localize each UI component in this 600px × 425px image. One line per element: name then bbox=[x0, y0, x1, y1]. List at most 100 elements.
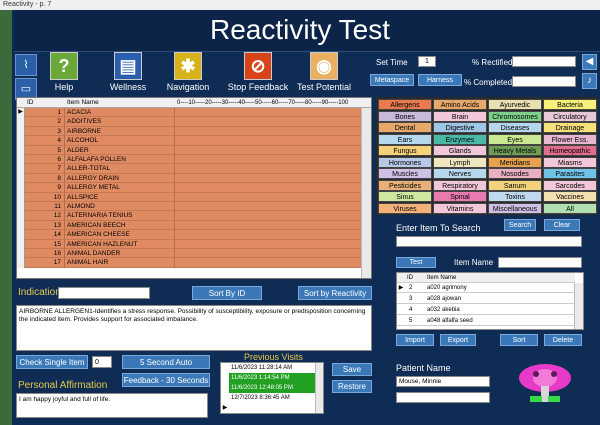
visit-row[interactable]: 11/6/2023 11:28:14 AM bbox=[229, 363, 315, 373]
harness-button[interactable]: Harness bbox=[418, 74, 462, 86]
category-button[interactable]: Miscellaneous bbox=[488, 202, 542, 214]
row-selector[interactable] bbox=[17, 136, 25, 146]
category-button[interactable]: Flower Ess. bbox=[543, 133, 597, 145]
category-button[interactable]: Muscles bbox=[378, 168, 432, 179]
row-selector[interactable] bbox=[17, 249, 25, 259]
grid-row[interactable]: 3 AIRBORNE bbox=[17, 126, 361, 137]
row-selector[interactable] bbox=[17, 211, 25, 221]
speaker-icon[interactable]: ◀ bbox=[582, 54, 597, 70]
visit-row[interactable]: 12/7/2023 8:36:45 AM bbox=[229, 393, 315, 403]
music-note-icon[interactable]: ♪ bbox=[582, 73, 597, 89]
clear-button[interactable]: Clear bbox=[544, 219, 580, 231]
grid-row[interactable]: 5 ALDER bbox=[17, 145, 361, 155]
category-button[interactable]: Ayurvedic bbox=[488, 99, 542, 110]
category-button[interactable]: Respiratory bbox=[433, 179, 487, 191]
category-button[interactable]: Bones bbox=[378, 110, 432, 122]
wellness-button[interactable]: ▤ Wellness bbox=[100, 52, 156, 96]
item-name-input[interactable] bbox=[498, 257, 582, 268]
five-second-auto-button[interactable]: 5 Second Auto bbox=[122, 355, 210, 369]
previous-visits-list[interactable]: 11/6/2023 11:28:14 AM 11/6/2023 1:14:54 P… bbox=[220, 362, 324, 414]
grid-row[interactable]: 8 ALLERGY DRAIN bbox=[17, 173, 361, 184]
category-button[interactable]: Bacteria bbox=[543, 99, 597, 110]
visit-row[interactable]: 11/6/2023 12:48:05 PM bbox=[229, 383, 315, 393]
search-result-row[interactable]: 4 a032 akebia bbox=[397, 305, 575, 315]
search-result-row[interactable]: 5 a048 alfalfa seed bbox=[397, 316, 575, 326]
grid-row[interactable]: 4 ALCOHOL bbox=[17, 136, 361, 146]
row-selector[interactable] bbox=[17, 192, 25, 202]
category-button[interactable]: Glands bbox=[433, 145, 487, 156]
category-button[interactable]: Spinal bbox=[433, 191, 487, 202]
patient-name[interactable]: Mouse, Minnie bbox=[396, 376, 490, 387]
category-button[interactable]: Sarcodes bbox=[543, 179, 597, 191]
category-button[interactable]: Parasites bbox=[543, 168, 597, 179]
grid-scrollbar[interactable] bbox=[361, 108, 371, 278]
row-selector[interactable] bbox=[17, 183, 25, 193]
category-button[interactable]: Digestive bbox=[433, 122, 487, 133]
category-button[interactable]: Fungus bbox=[378, 145, 432, 156]
category-button[interactable]: Homeopathic bbox=[543, 145, 597, 156]
grid-row[interactable]: 6 ALFALAFA POLLEN bbox=[17, 155, 361, 165]
category-button[interactable]: Drainage bbox=[543, 122, 597, 133]
category-button[interactable]: Hormones bbox=[378, 156, 432, 168]
grid-row[interactable]: 13 AMERICAN BEECH bbox=[17, 220, 361, 231]
item-grid[interactable]: ID Item Name 0----10-----20-----30-----4… bbox=[16, 97, 372, 279]
category-button[interactable]: Diseases bbox=[488, 122, 542, 133]
import-button[interactable]: Import bbox=[396, 334, 434, 346]
stop-feedback-button[interactable]: ⊘ Stop Feedback bbox=[224, 52, 292, 96]
sort-by-reactivity-button[interactable]: Sort by Reactivity bbox=[298, 286, 372, 300]
category-button[interactable]: Miasms bbox=[543, 156, 597, 168]
category-button[interactable]: Pesticides bbox=[378, 179, 432, 191]
category-button[interactable]: Brain bbox=[433, 110, 487, 122]
category-button[interactable]: Allergens bbox=[378, 99, 432, 110]
row-selector[interactable] bbox=[17, 230, 25, 240]
metaspace-button[interactable]: Metaspace bbox=[370, 74, 414, 86]
navigation-button[interactable]: ✱ Navigation bbox=[160, 52, 216, 96]
grid-row[interactable]: 17 ANIMAL HAIR bbox=[17, 258, 361, 268]
grid-row[interactable]: 10 ALLSPICE bbox=[17, 192, 361, 202]
delete-button[interactable]: Delete bbox=[544, 334, 582, 346]
category-button[interactable]: Vitamins bbox=[433, 202, 487, 214]
category-button[interactable]: Dental bbox=[378, 122, 432, 133]
category-button[interactable]: Lymph bbox=[433, 156, 487, 168]
test-potential-button[interactable]: ◉ Test Potential bbox=[292, 52, 356, 96]
sort-by-id-button[interactable]: Sort By ID bbox=[192, 286, 262, 300]
row-selector[interactable] bbox=[17, 258, 25, 268]
category-button[interactable]: Vaccines bbox=[543, 191, 597, 202]
check-single-item-button[interactable]: Check Single Item bbox=[16, 355, 88, 369]
check-single-value[interactable]: 0 bbox=[92, 356, 112, 368]
grid-row[interactable]: 16 ANIMAL DANDER bbox=[17, 249, 361, 259]
grid-row[interactable]: 15 AMERICAN HAZLENUT bbox=[17, 239, 361, 249]
row-selector[interactable]: ▶ bbox=[17, 108, 25, 118]
row-selector[interactable] bbox=[17, 145, 25, 155]
help-button[interactable]: ? Help bbox=[36, 52, 92, 96]
row-selector[interactable] bbox=[17, 126, 25, 137]
category-button[interactable]: Toxins bbox=[488, 191, 542, 202]
save-button[interactable]: Save bbox=[332, 363, 372, 376]
category-button[interactable]: Heavy Metals bbox=[488, 145, 542, 156]
row-selector[interactable] bbox=[17, 220, 25, 231]
antenna-icon[interactable]: ⌇ bbox=[15, 54, 37, 76]
grid-row[interactable]: 7 ALLER-TOTAL bbox=[17, 164, 361, 174]
test-button[interactable]: Test bbox=[396, 257, 436, 268]
settime-input[interactable]: 1 bbox=[418, 56, 436, 67]
affirmation-text[interactable]: I am happy joyful and full of life. bbox=[16, 393, 208, 418]
row-selector[interactable] bbox=[17, 117, 25, 127]
search-input[interactable] bbox=[396, 236, 582, 247]
category-button[interactable]: Eyes bbox=[488, 133, 542, 145]
feedback-30-seconds-button[interactable]: Feedback - 30 Seconds bbox=[122, 373, 210, 387]
row-selector[interactable] bbox=[17, 202, 25, 212]
category-button[interactable]: All bbox=[543, 202, 597, 214]
grid-row[interactable]: ▶ 1 ACACIA bbox=[17, 108, 361, 118]
grid-row[interactable]: 12 ALTERNARIA TENIUS bbox=[17, 211, 361, 221]
grid-row[interactable]: 14 AMERICAN CHEESE bbox=[17, 230, 361, 240]
search-result-row[interactable]: ▶ 2 a020 agrimony bbox=[397, 283, 575, 293]
patient-extra-field[interactable] bbox=[396, 392, 490, 403]
visit-row[interactable]: 11/6/2023 1:14:54 PM bbox=[229, 373, 315, 383]
category-button[interactable]: Enzymes bbox=[433, 133, 487, 145]
category-button[interactable]: Nosodes bbox=[488, 168, 542, 179]
search-results-list[interactable]: ID Item Name ▶ 2 a020 agrimony 3 a028 ajowan… bbox=[396, 272, 584, 330]
grid-row[interactable]: 2 ADDITIVES bbox=[17, 117, 361, 127]
category-button[interactable]: Meridians bbox=[488, 156, 542, 168]
category-button[interactable]: Amino Acids bbox=[433, 99, 487, 110]
visits-scrollbar[interactable] bbox=[315, 363, 323, 413]
